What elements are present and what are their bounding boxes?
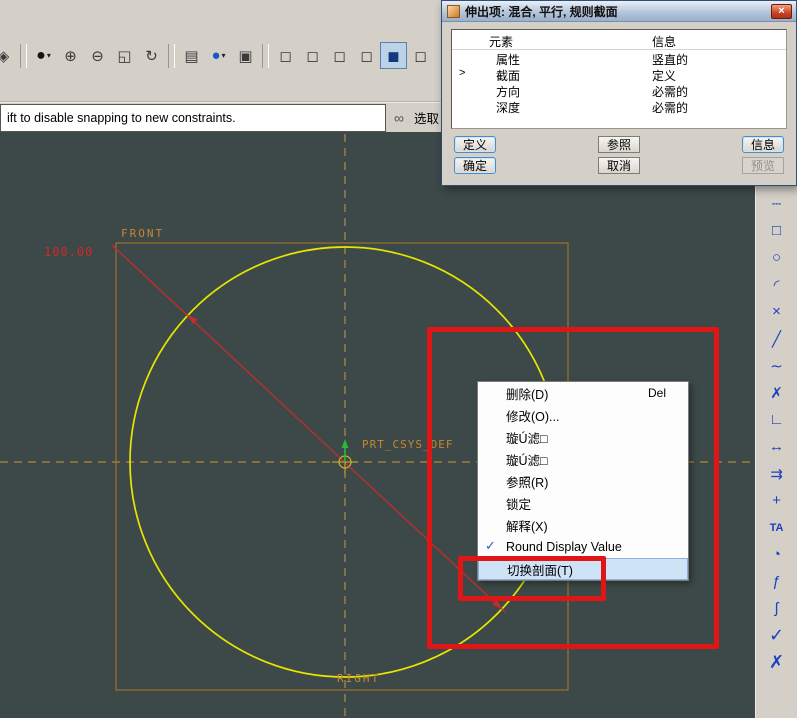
point-display-glyph: ● xyxy=(211,47,220,64)
shaded-view-glyph: ● xyxy=(36,47,46,65)
info-button[interactable]: 信息 xyxy=(742,136,784,153)
dimension-tool-icon[interactable]: ↔ xyxy=(762,433,792,460)
element-table-header: 元素 信息 xyxy=(452,30,786,50)
toolbar-separator xyxy=(262,44,269,68)
text-tool-icon[interactable]: TA xyxy=(762,514,792,541)
accept-sketch-icon[interactable]: ✓ xyxy=(762,622,792,649)
table-row[interactable]: 方向 必需的 xyxy=(452,82,786,98)
point-display-icon[interactable]: ●▾ xyxy=(205,42,232,69)
repaint-icon[interactable]: ↻ xyxy=(138,42,165,69)
datum-display-icon[interactable]: ◈ xyxy=(0,42,17,69)
define-button[interactable]: 定义 xyxy=(454,136,496,153)
chevron-down-icon[interactable]: ▾ xyxy=(222,51,226,60)
view-top-icon[interactable]: ◻ xyxy=(353,42,380,69)
chevron-down-icon[interactable]: ▾ xyxy=(47,51,51,60)
refs-button[interactable]: 参照 xyxy=(598,136,640,153)
button-column-left: 定义 确定 xyxy=(454,136,496,174)
point-tool-icon[interactable]: + xyxy=(762,487,792,514)
close-icon[interactable]: × xyxy=(771,4,792,19)
feature-dialog: 伸出项: 混合, 平行, 规则截面 × 元素 信息 属性 竖直的 > 截面 定义 xyxy=(441,0,797,186)
view-extra-icon[interactable]: ◻ xyxy=(407,42,434,69)
toolbar-separator xyxy=(20,44,27,68)
shaded-view-icon[interactable]: ●▾ xyxy=(30,42,57,69)
annotation-highlight-box-menu-item xyxy=(458,556,606,601)
arc-tool-icon[interactable]: ◜ xyxy=(762,271,792,298)
application-window: ◈ ●▾ ⊕ ⊖ ◱ ↻ ▤ ●▾ ▣ ◻ ◻ ◻ ◻ ◼ ◻ ift to d… xyxy=(0,0,797,718)
dialog-buttons: 定义 确定 参照 取消 信息 预览 xyxy=(451,136,787,174)
message-area: ift to disable snapping to new constrain… xyxy=(0,104,386,132)
chain-link-icon: ∞ xyxy=(394,110,404,126)
table-row[interactable]: > 截面 定义 xyxy=(452,66,786,82)
circle-tool-icon[interactable]: ○ xyxy=(762,244,792,271)
column-header-info: 信息 xyxy=(652,33,676,50)
corner-tool-icon[interactable]: ∟ xyxy=(762,406,792,433)
zoom-out-icon[interactable]: ⊖ xyxy=(84,42,111,69)
view-front-icon[interactable]: ◻ xyxy=(299,42,326,69)
layers-icon[interactable]: ▤ xyxy=(178,42,205,69)
table-row[interactable]: 深度 必需的 xyxy=(452,98,786,114)
dialog-system-icon xyxy=(447,5,460,18)
cancel-button[interactable]: 取消 xyxy=(598,157,640,174)
palette-tool-icon[interactable]: ◔ xyxy=(762,541,792,568)
view-active-icon[interactable]: ◼ xyxy=(380,42,407,69)
status-message: ift to disable snapping to new constrain… xyxy=(7,111,236,125)
diameter-dimension-value[interactable]: 100.00 xyxy=(44,245,93,259)
element-table: 元素 信息 属性 竖直的 > 截面 定义 方向 必需的 xyxy=(451,29,787,129)
centerline-tool-icon[interactable]: ┄ xyxy=(762,190,792,217)
dialog-titlebar[interactable]: 伸出项: 混合, 平行, 规则截面 × xyxy=(442,1,796,22)
element-name: 深度 xyxy=(496,99,520,116)
table-row[interactable]: 属性 竖直的 xyxy=(452,50,786,66)
zoom-window-icon[interactable]: ◱ xyxy=(111,42,138,69)
element-info: 必需的 xyxy=(652,99,688,116)
fillet-tool-icon[interactable]: × xyxy=(762,298,792,325)
zoom-in-icon[interactable]: ⊕ xyxy=(57,42,84,69)
modify-tool-icon[interactable]: ƒ xyxy=(762,568,792,595)
column-header-element: 元素 xyxy=(489,33,513,50)
select-filter-label[interactable]: 选取 xyxy=(414,108,439,127)
toolbar-row: ◈ ●▾ ⊕ ⊖ ◱ ↻ ▤ ●▾ ▣ ◻ ◻ ◻ ◻ ◼ ◻ xyxy=(0,42,434,69)
ok-button[interactable]: 确定 xyxy=(454,157,496,174)
rectangle-tool-icon[interactable]: □ xyxy=(762,217,792,244)
preview-button: 预览 xyxy=(742,157,784,174)
csys-y-axis-arrowhead xyxy=(342,439,349,448)
front-datum-label[interactable]: FRONT xyxy=(121,227,164,240)
button-column-middle: 参照 取消 xyxy=(598,136,640,174)
toolbar-separator xyxy=(168,44,175,68)
current-row-marker: > xyxy=(459,67,465,79)
dialog-title: 伸出项: 混合, 平行, 规则截面 xyxy=(465,3,771,20)
saved-view-icon[interactable]: ◻ xyxy=(272,42,299,69)
copy-icon[interactable]: ▣ xyxy=(232,42,259,69)
cancel-sketch-icon[interactable]: ✗ xyxy=(762,649,792,676)
delete-segment-icon[interactable]: ✗ xyxy=(762,379,792,406)
dialog-body: 元素 信息 属性 竖直的 > 截面 定义 方向 必需的 xyxy=(442,22,796,174)
view-right-icon[interactable]: ◻ xyxy=(326,42,353,69)
right-datum-label[interactable]: RIGHT xyxy=(337,672,380,685)
spline-tool-icon[interactable]: ∼ xyxy=(762,352,792,379)
offset-tool-icon[interactable]: ⇉ xyxy=(762,460,792,487)
line-tool-icon[interactable]: ╱ xyxy=(762,325,792,352)
sketcher-toolbar: ┄ □ ○ ◜ × ╱ ∼ ✗ ∟ ↔ ⇉ + TA ◔ ƒ ʃ ✓ ✗ xyxy=(755,132,797,718)
button-column-right: 信息 预览 xyxy=(742,136,784,174)
constraint-tool-icon[interactable]: ʃ xyxy=(762,595,792,622)
